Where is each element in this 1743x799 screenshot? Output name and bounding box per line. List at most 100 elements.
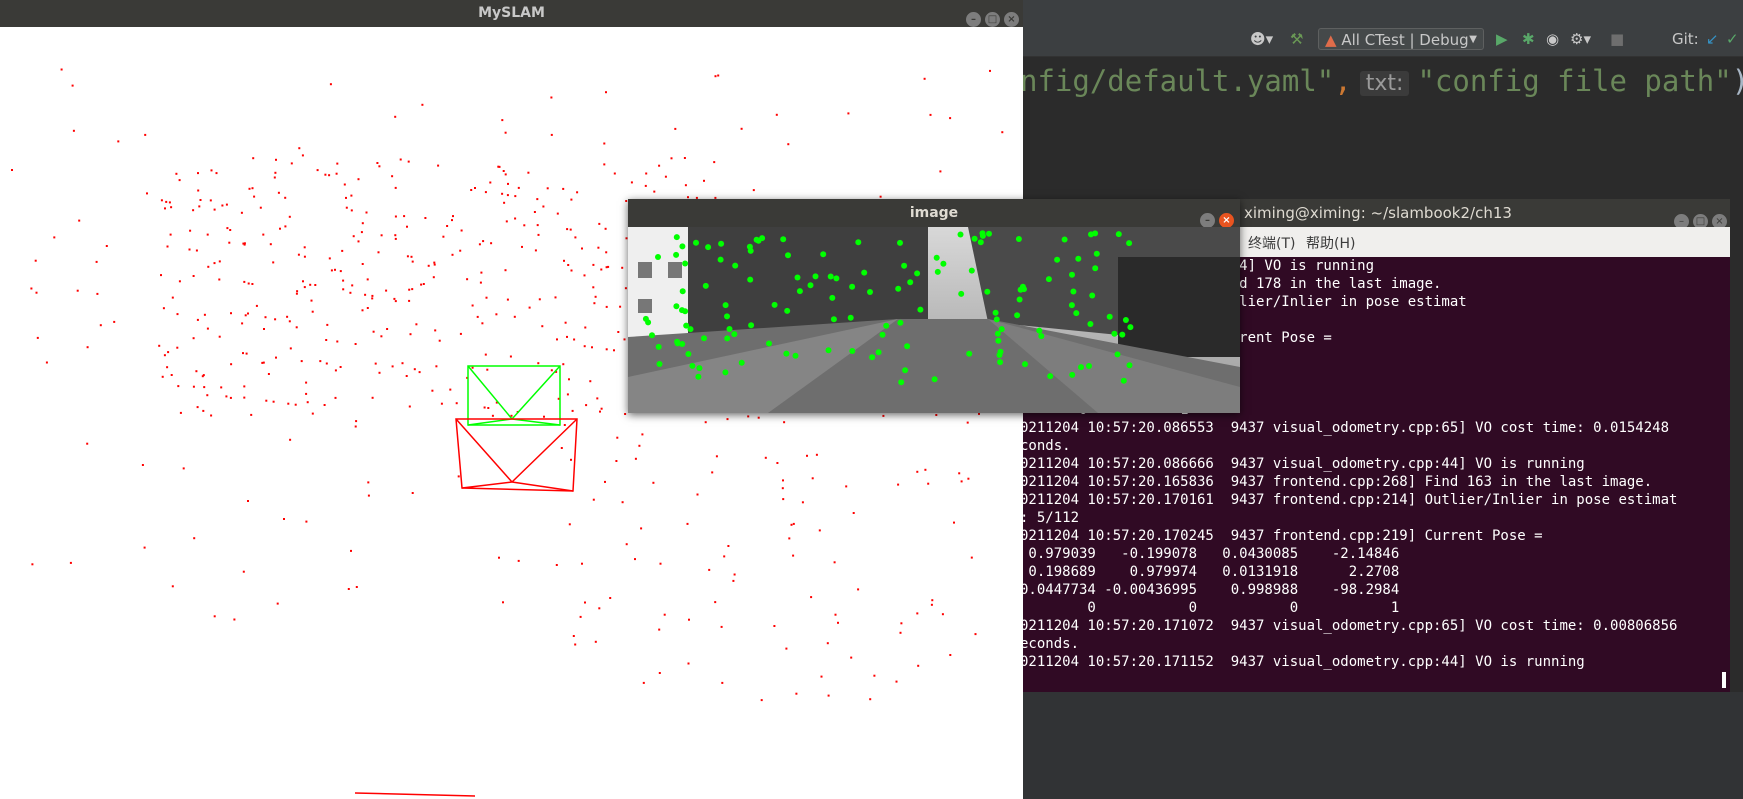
maximize-icon[interactable]: □ bbox=[985, 12, 1000, 27]
user-icon[interactable]: ☻▾ bbox=[1250, 28, 1273, 50]
map-point bbox=[259, 206, 262, 209]
image-titlebar[interactable]: image – × bbox=[628, 199, 1240, 228]
map-point bbox=[272, 400, 275, 403]
feature-point bbox=[679, 243, 686, 250]
map-point bbox=[723, 555, 726, 558]
map-point bbox=[953, 521, 955, 524]
feature-point bbox=[820, 251, 827, 258]
feature-point bbox=[994, 330, 1001, 337]
map-point bbox=[790, 523, 793, 526]
map-point bbox=[457, 475, 460, 478]
code-line[interactable]: nfig/default.yaml", txt: "config file path… bbox=[1020, 64, 1743, 98]
feature-point bbox=[1069, 371, 1076, 378]
map-point bbox=[570, 198, 573, 201]
map-point bbox=[659, 562, 662, 565]
map-point bbox=[574, 643, 577, 646]
map-point bbox=[289, 347, 292, 350]
map-point bbox=[435, 365, 438, 368]
map-point bbox=[686, 522, 689, 525]
debug-icon[interactable]: ✱ bbox=[1522, 28, 1535, 50]
feature-point bbox=[1092, 265, 1099, 272]
feature-point bbox=[1114, 351, 1121, 358]
map-point bbox=[592, 286, 595, 289]
map-point bbox=[354, 343, 357, 345]
map-viewer-canvas[interactable] bbox=[0, 27, 1023, 799]
terminal-line: 0.198689 0.979974 0.0131918 2.2708 bbox=[1020, 564, 1400, 580]
map-point bbox=[498, 165, 501, 168]
run-configuration-select[interactable]: ▲ All CTest | Debug ▼ bbox=[1318, 28, 1484, 50]
map-point bbox=[163, 354, 166, 357]
map-point bbox=[276, 602, 279, 605]
map-point bbox=[248, 187, 251, 190]
feature-point bbox=[732, 262, 739, 269]
feature-point bbox=[682, 260, 689, 267]
feature-point bbox=[1022, 361, 1028, 368]
map-point bbox=[394, 234, 397, 237]
git-update-icon[interactable]: ↙ bbox=[1706, 28, 1719, 50]
feature-point bbox=[724, 313, 730, 320]
map-point bbox=[213, 208, 216, 211]
feature-point bbox=[1016, 296, 1023, 303]
build-hammer-icon[interactable]: ⚒ bbox=[1290, 28, 1303, 50]
map-point bbox=[683, 157, 686, 159]
map-point bbox=[354, 425, 357, 428]
map-point bbox=[852, 512, 855, 514]
map-point bbox=[207, 265, 210, 268]
close-icon[interactable]: × bbox=[1004, 12, 1019, 27]
feature-point bbox=[679, 288, 686, 295]
map-point bbox=[144, 133, 147, 136]
feature-point bbox=[794, 274, 801, 281]
map-point bbox=[372, 330, 375, 333]
map-point bbox=[775, 113, 778, 116]
map-point bbox=[687, 662, 690, 665]
map-point bbox=[570, 458, 572, 461]
terminal-scrollbar[interactable] bbox=[1722, 672, 1726, 688]
map-point bbox=[297, 253, 300, 256]
map-point bbox=[405, 375, 408, 377]
map-point bbox=[498, 556, 500, 559]
map-point bbox=[847, 112, 850, 115]
map-point bbox=[71, 84, 74, 87]
run-icon[interactable]: ▶ bbox=[1496, 28, 1508, 50]
map-point bbox=[210, 169, 213, 172]
map-point bbox=[482, 240, 485, 243]
close-icon[interactable]: × bbox=[1219, 213, 1234, 228]
map-point bbox=[733, 573, 736, 576]
feature-point bbox=[766, 340, 772, 347]
menu-terminal[interactable]: 终端(T) bbox=[1248, 233, 1295, 253]
map-point bbox=[489, 181, 492, 184]
map-point bbox=[329, 83, 332, 86]
git-commit-icon[interactable]: ✓ bbox=[1726, 28, 1739, 50]
map-point bbox=[35, 291, 38, 294]
minimize-icon[interactable]: – bbox=[966, 12, 981, 27]
terminal-line: : 5/112 bbox=[1020, 510, 1080, 526]
profile-icon[interactable]: ⚙▾ bbox=[1570, 28, 1591, 50]
stop-icon[interactable]: ■ bbox=[1610, 28, 1624, 50]
map-point bbox=[566, 393, 569, 396]
map-point bbox=[605, 266, 608, 269]
myslam-titlebar[interactable]: MySLAM – □ × bbox=[0, 0, 1023, 27]
map-point bbox=[732, 579, 735, 582]
map-point bbox=[923, 77, 926, 80]
map-point bbox=[167, 351, 170, 354]
map-point bbox=[760, 699, 763, 702]
terminal-line: 0211204 10:57:20.086666 9437 visual_odom… bbox=[1020, 456, 1585, 472]
map-point bbox=[300, 360, 303, 363]
map-point bbox=[967, 477, 970, 480]
map-point bbox=[34, 259, 37, 262]
map-point bbox=[288, 320, 291, 323]
map-point bbox=[899, 631, 902, 634]
map-point bbox=[452, 215, 454, 218]
minimize-icon[interactable]: – bbox=[1200, 213, 1215, 228]
map-point bbox=[182, 467, 185, 470]
map-point bbox=[433, 263, 436, 266]
map-point bbox=[641, 433, 644, 436]
map-point bbox=[301, 154, 304, 157]
coverage-icon[interactable]: ◉ bbox=[1546, 28, 1559, 50]
map-point bbox=[170, 374, 173, 376]
feature-point bbox=[673, 303, 680, 310]
menu-help[interactable]: 帮助(H) bbox=[1306, 233, 1355, 253]
map-point bbox=[721, 681, 724, 684]
code-tail: ); bbox=[1732, 64, 1743, 98]
image-window[interactable]: image – × bbox=[628, 199, 1240, 413]
